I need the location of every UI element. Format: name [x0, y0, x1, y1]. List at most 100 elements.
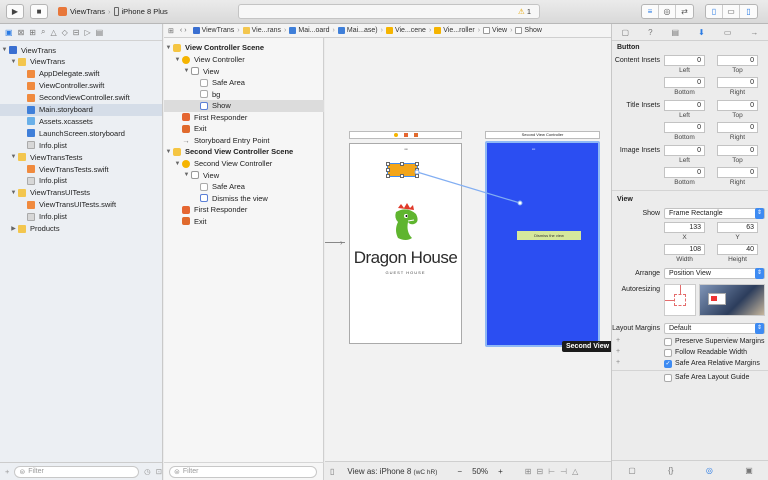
attributes-inspector-icon[interactable]: ⬇: [698, 28, 705, 37]
arrange-popup[interactable]: Position View ⇕: [664, 268, 765, 279]
add-variation-icon[interactable]: +: [616, 348, 620, 355]
disclosure-down-icon[interactable]: ▼: [0, 47, 9, 53]
file-tree-item[interactable]: AppDelegate.swift: [0, 68, 162, 80]
source-control-icon[interactable]: ⊠: [18, 28, 25, 37]
stop-button[interactable]: ■: [30, 4, 48, 19]
file-tree-item[interactable]: Info.plist: [0, 175, 162, 187]
view-as-label[interactable]: View as: iPhone 8 (wC hR): [347, 467, 437, 476]
content-inset-right-field[interactable]: 0: [717, 77, 758, 88]
safe-area-relative-checkbox[interactable]: ✓: [664, 360, 672, 368]
breadcrumb-item[interactable]: Vie...cene: [395, 27, 426, 34]
help-icon[interactable]: ?: [648, 28, 652, 37]
disclosure-down-icon[interactable]: ▼: [9, 59, 18, 65]
navigator-filter-input[interactable]: ⊜ Filter: [14, 465, 140, 478]
content-inset-bottom-field[interactable]: 0: [664, 77, 705, 88]
layout-margins-popup[interactable]: Default ⇕: [664, 323, 765, 334]
autoresizing-mask-control[interactable]: [664, 284, 696, 316]
related-items-icon[interactable]: ⊞: [168, 27, 174, 35]
back-icon[interactable]: ‹: [180, 27, 182, 34]
version-editor-icon[interactable]: ⇄: [676, 5, 693, 18]
breadcrumb-item[interactable]: View: [492, 27, 507, 34]
outline-second-view-controller[interactable]: ▼ Second View Controller: [164, 158, 324, 170]
media-library-icon[interactable]: ▣: [745, 466, 753, 475]
align-icon[interactable]: ⊢: [548, 467, 555, 476]
frame-height-field[interactable]: 40: [717, 244, 758, 255]
breadcrumb-item[interactable]: ViewTrans: [202, 27, 235, 34]
file-tree-item[interactable]: Info.plist: [0, 211, 162, 223]
toggle-outline-icon[interactable]: ▯: [330, 467, 334, 476]
scheme-selector[interactable]: ViewTrans › iPhone 8 Plus: [58, 4, 168, 19]
outline-button-dismiss[interactable]: Dismiss the view: [164, 193, 324, 205]
breadcrumb-item[interactable]: Mai...oard: [298, 27, 329, 34]
issue-icon[interactable]: △: [50, 28, 56, 37]
outline-safe-area[interactable]: Safe Area: [164, 77, 324, 89]
identity-inspector-icon[interactable]: ▤: [672, 28, 680, 37]
file-tree-item[interactable]: ▼ ViewTransUITests: [0, 187, 162, 199]
breadcrumb-item[interactable]: Vie...rans: [252, 27, 281, 34]
content-inset-top-field[interactable]: 0: [717, 55, 758, 66]
size-inspector-icon[interactable]: ▭: [724, 28, 732, 37]
outline-scene-second[interactable]: ▼ Second View Controller Scene: [164, 146, 324, 158]
frame-y-field[interactable]: 63: [717, 222, 758, 233]
object-library-icon[interactable]: ◎: [706, 466, 713, 475]
image-inset-top-field[interactable]: 0: [717, 145, 758, 156]
file-tree-item[interactable]: Main.storyboard: [0, 103, 162, 116]
file-tree-item[interactable]: ViewController.swift: [0, 80, 162, 92]
title-inset-right-field[interactable]: 0: [717, 122, 758, 133]
update-frames-icon[interactable]: ⊞: [525, 467, 532, 476]
breadcrumb-item[interactable]: Vie...roller: [443, 27, 474, 34]
add-variation-icon[interactable]: +: [616, 337, 620, 344]
outline-second-exit[interactable]: Exit: [164, 216, 324, 228]
title-inset-top-field[interactable]: 0: [717, 100, 758, 111]
outline-filter-input[interactable]: ⊜ Filter: [169, 465, 317, 478]
modified-files-icon[interactable]: ⊡: [156, 467, 162, 476]
breadcrumb-item[interactable]: Mai...ase): [347, 27, 378, 34]
disclosure-right-icon[interactable]: ▶: [9, 225, 18, 232]
file-template-icon[interactable]: ▢: [628, 466, 636, 475]
debug-icon[interactable]: ⊟: [73, 28, 80, 37]
folder-icon[interactable]: ▣: [5, 28, 13, 37]
connections-inspector-icon[interactable]: →: [750, 28, 758, 37]
outline-second-safe-area[interactable]: Safe Area: [164, 181, 324, 193]
standard-editor-icon[interactable]: ≡: [642, 5, 659, 18]
zoom-in-icon[interactable]: +: [498, 467, 503, 476]
outline-exit[interactable]: Exit: [164, 123, 324, 135]
report-icon[interactable]: ▤: [96, 28, 104, 37]
image-inset-right-field[interactable]: 0: [717, 167, 758, 178]
disclosure-down-icon[interactable]: ▼: [9, 154, 18, 160]
file-tree-item[interactable]: ViewTransTests.swift: [0, 163, 162, 175]
resolve-icon[interactable]: △: [572, 467, 578, 476]
forward-icon[interactable]: ›: [184, 27, 186, 34]
run-button[interactable]: ▶: [6, 4, 24, 19]
code-snippet-icon[interactable]: {}: [668, 466, 673, 475]
follow-readable-checkbox[interactable]: [664, 349, 672, 357]
safe-area-guide-checkbox[interactable]: [664, 374, 672, 382]
breadcrumb-item[interactable]: Show: [524, 27, 542, 34]
show-popup[interactable]: Frame Rectangle ⇕: [664, 208, 765, 219]
outline-view[interactable]: ▼ View: [164, 66, 324, 78]
file-tree-item[interactable]: ▼ ViewTrans: [0, 56, 162, 68]
pin-icon[interactable]: ⊣: [560, 467, 567, 476]
assistant-editor-icon[interactable]: ◎: [659, 5, 676, 18]
outline-entry-point[interactable]: → Storyboard Entry Point: [164, 135, 324, 147]
file-tree-item[interactable]: LaunchScreen.storyboard: [0, 127, 162, 139]
file-tree-item[interactable]: SecondViewController.swift: [0, 92, 162, 104]
preserve-superview-checkbox[interactable]: [664, 338, 672, 346]
autoresizing-strut[interactable]: [665, 300, 674, 301]
utilities-toggle-icon[interactable]: ▯: [740, 5, 757, 18]
add-icon[interactable]: +: [5, 467, 9, 476]
image-inset-bottom-field[interactable]: 0: [664, 167, 705, 178]
image-inset-left-field[interactable]: 0: [664, 145, 705, 156]
file-tree-item[interactable]: ▶ Products: [0, 223, 162, 235]
frame-width-field[interactable]: 108: [664, 244, 705, 255]
frame-x-field[interactable]: 133: [664, 222, 705, 233]
title-inset-bottom-field[interactable]: 0: [664, 122, 705, 133]
zoom-out-icon[interactable]: −: [457, 467, 462, 476]
breakpoint-icon[interactable]: ▷: [84, 28, 90, 37]
recent-files-icon[interactable]: ◷: [144, 467, 151, 476]
file-tree-item[interactable]: ▼ ViewTransTests: [0, 151, 162, 163]
outline-image-bg[interactable]: bg: [164, 89, 324, 101]
file-inspector-icon[interactable]: ▢: [622, 28, 630, 37]
disclosure-down-icon[interactable]: ▼: [9, 190, 18, 196]
autoresizing-strut[interactable]: [680, 285, 681, 294]
